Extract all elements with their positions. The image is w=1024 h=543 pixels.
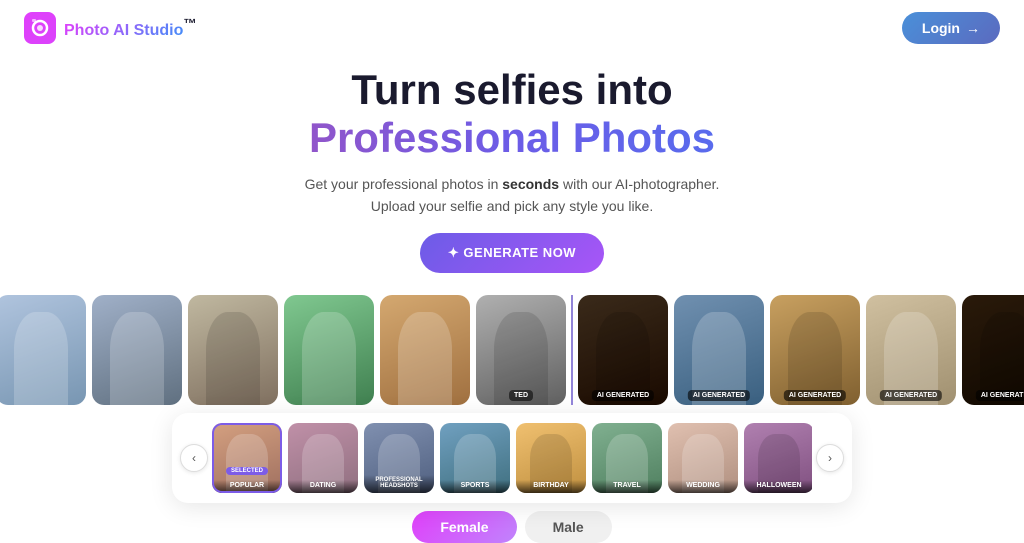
category-label: Dating — [288, 480, 358, 493]
category-item-birthday[interactable]: Birthday — [516, 423, 586, 493]
category-item-headshots[interactable]: Professional Headshots — [364, 423, 434, 493]
category-item-travel[interactable]: Travel — [592, 423, 662, 493]
photo-card — [92, 295, 182, 405]
category-label: Sports — [440, 480, 510, 493]
photo-card: TED — [476, 295, 566, 405]
photo-card-ai: AI GENERATED — [674, 295, 764, 405]
category-label: Halloween — [744, 480, 812, 493]
ai-generated-label: AI GENERATED — [688, 390, 750, 401]
logo: Photo AI Studio™ — [24, 12, 197, 44]
gender-row: Female Male — [0, 511, 1024, 543]
photo-card — [380, 295, 470, 405]
category-section: ‹ Popular Selected Dating Professional H… — [172, 413, 852, 503]
hero-title-line2: Professional Photos — [0, 114, 1024, 162]
photo-strip: TED AI GENERATED AI GENERATED AI GENERAT… — [0, 295, 1024, 405]
category-label: Professional Headshots — [364, 475, 434, 493]
photo-card-ai: AI GENERATED — [962, 295, 1024, 405]
photo-card-ai: AI GENERATED — [578, 295, 668, 405]
ai-generated-label: AI GENERATED — [880, 390, 942, 401]
ai-generated-label: AI GENERATED — [592, 390, 654, 401]
hero-section: Turn selfies into Professional Photos Ge… — [0, 56, 1024, 287]
photo-card — [188, 295, 278, 405]
photo-card — [0, 295, 86, 405]
generate-now-button[interactable]: ✦ GENERATE NOW — [420, 233, 604, 273]
category-item-sports[interactable]: Sports — [440, 423, 510, 493]
logo-text: Photo AI Studio™ — [64, 16, 197, 39]
female-button[interactable]: Female — [412, 511, 516, 543]
category-item-popular[interactable]: Popular Selected — [212, 423, 282, 493]
selected-badge: Selected — [226, 467, 268, 475]
photo-label: TED — [509, 390, 533, 401]
category-label: Travel — [592, 480, 662, 493]
photo-card-ai: AI GENERATED — [770, 295, 860, 405]
male-button[interactable]: Male — [525, 511, 612, 543]
category-items: Popular Selected Dating Professional Hea… — [212, 423, 812, 493]
category-label: Wedding — [668, 480, 738, 493]
logo-icon — [24, 12, 56, 44]
category-item-halloween[interactable]: Halloween — [744, 423, 812, 493]
hero-subtitle: Get your professional photos in seconds … — [0, 173, 1024, 218]
category-label: Birthday — [516, 480, 586, 493]
category-item-wedding[interactable]: Wedding — [668, 423, 738, 493]
ai-generated-label: AI GENERATED — [976, 390, 1024, 401]
header: Photo AI Studio™ Login → — [0, 0, 1024, 56]
category-item-dating[interactable]: Dating — [288, 423, 358, 493]
ai-generated-label: AI GENERATED — [784, 390, 846, 401]
hero-title-line1: Turn selfies into — [0, 66, 1024, 114]
photo-strip-wrapper: TED AI GENERATED AI GENERATED AI GENERAT… — [0, 287, 1024, 405]
category-label: Popular — [212, 480, 282, 493]
login-button[interactable]: Login → — [902, 12, 1000, 44]
category-prev-button[interactable]: ‹ — [180, 444, 208, 472]
photo-card-ai: AI GENERATED — [866, 295, 956, 405]
photo-card — [284, 295, 374, 405]
category-next-button[interactable]: › — [816, 444, 844, 472]
